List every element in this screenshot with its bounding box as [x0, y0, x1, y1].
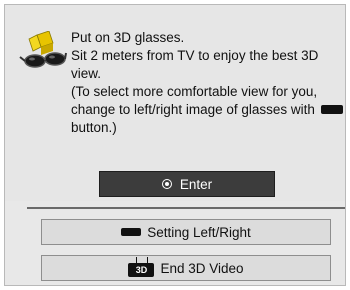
message-area: Put on 3D glasses. Sit 2 meters from TV t… — [5, 5, 345, 201]
black-color-key-icon — [320, 104, 343, 114]
setting-left-right-button[interactable]: Setting Left/Right — [41, 219, 331, 245]
instruction-line-2: Sit 2 meters from TV to enjoy the best 3… — [71, 48, 319, 81]
divider — [27, 207, 345, 209]
end-3d-video-label: End 3D Video — [160, 260, 244, 276]
end-3d-video-button[interactable]: 3D End 3D Video — [41, 255, 331, 281]
instruction-line-3-end: button.) — [71, 120, 117, 135]
black-color-key-icon — [121, 228, 142, 236]
instruction-line-3: (To select more comfortable view for you… — [71, 84, 318, 117]
instruction-line-1: Put on 3D glasses. — [71, 30, 185, 45]
enter-label: Enter — [179, 176, 213, 192]
3d-glasses-dialog: Put on 3D glasses. Sit 2 meters from TV t… — [4, 4, 346, 286]
enter-button[interactable]: Enter — [99, 171, 275, 197]
3d-glasses-icon — [19, 31, 67, 68]
setting-left-right-label: Setting Left/Right — [147, 224, 251, 240]
3d-key-label: 3D — [135, 265, 148, 275]
enter-circle-icon — [161, 179, 172, 189]
3d-key-icon: 3D — [128, 263, 155, 277]
instruction-text: Put on 3D glasses. Sit 2 meters from TV t… — [71, 29, 345, 137]
